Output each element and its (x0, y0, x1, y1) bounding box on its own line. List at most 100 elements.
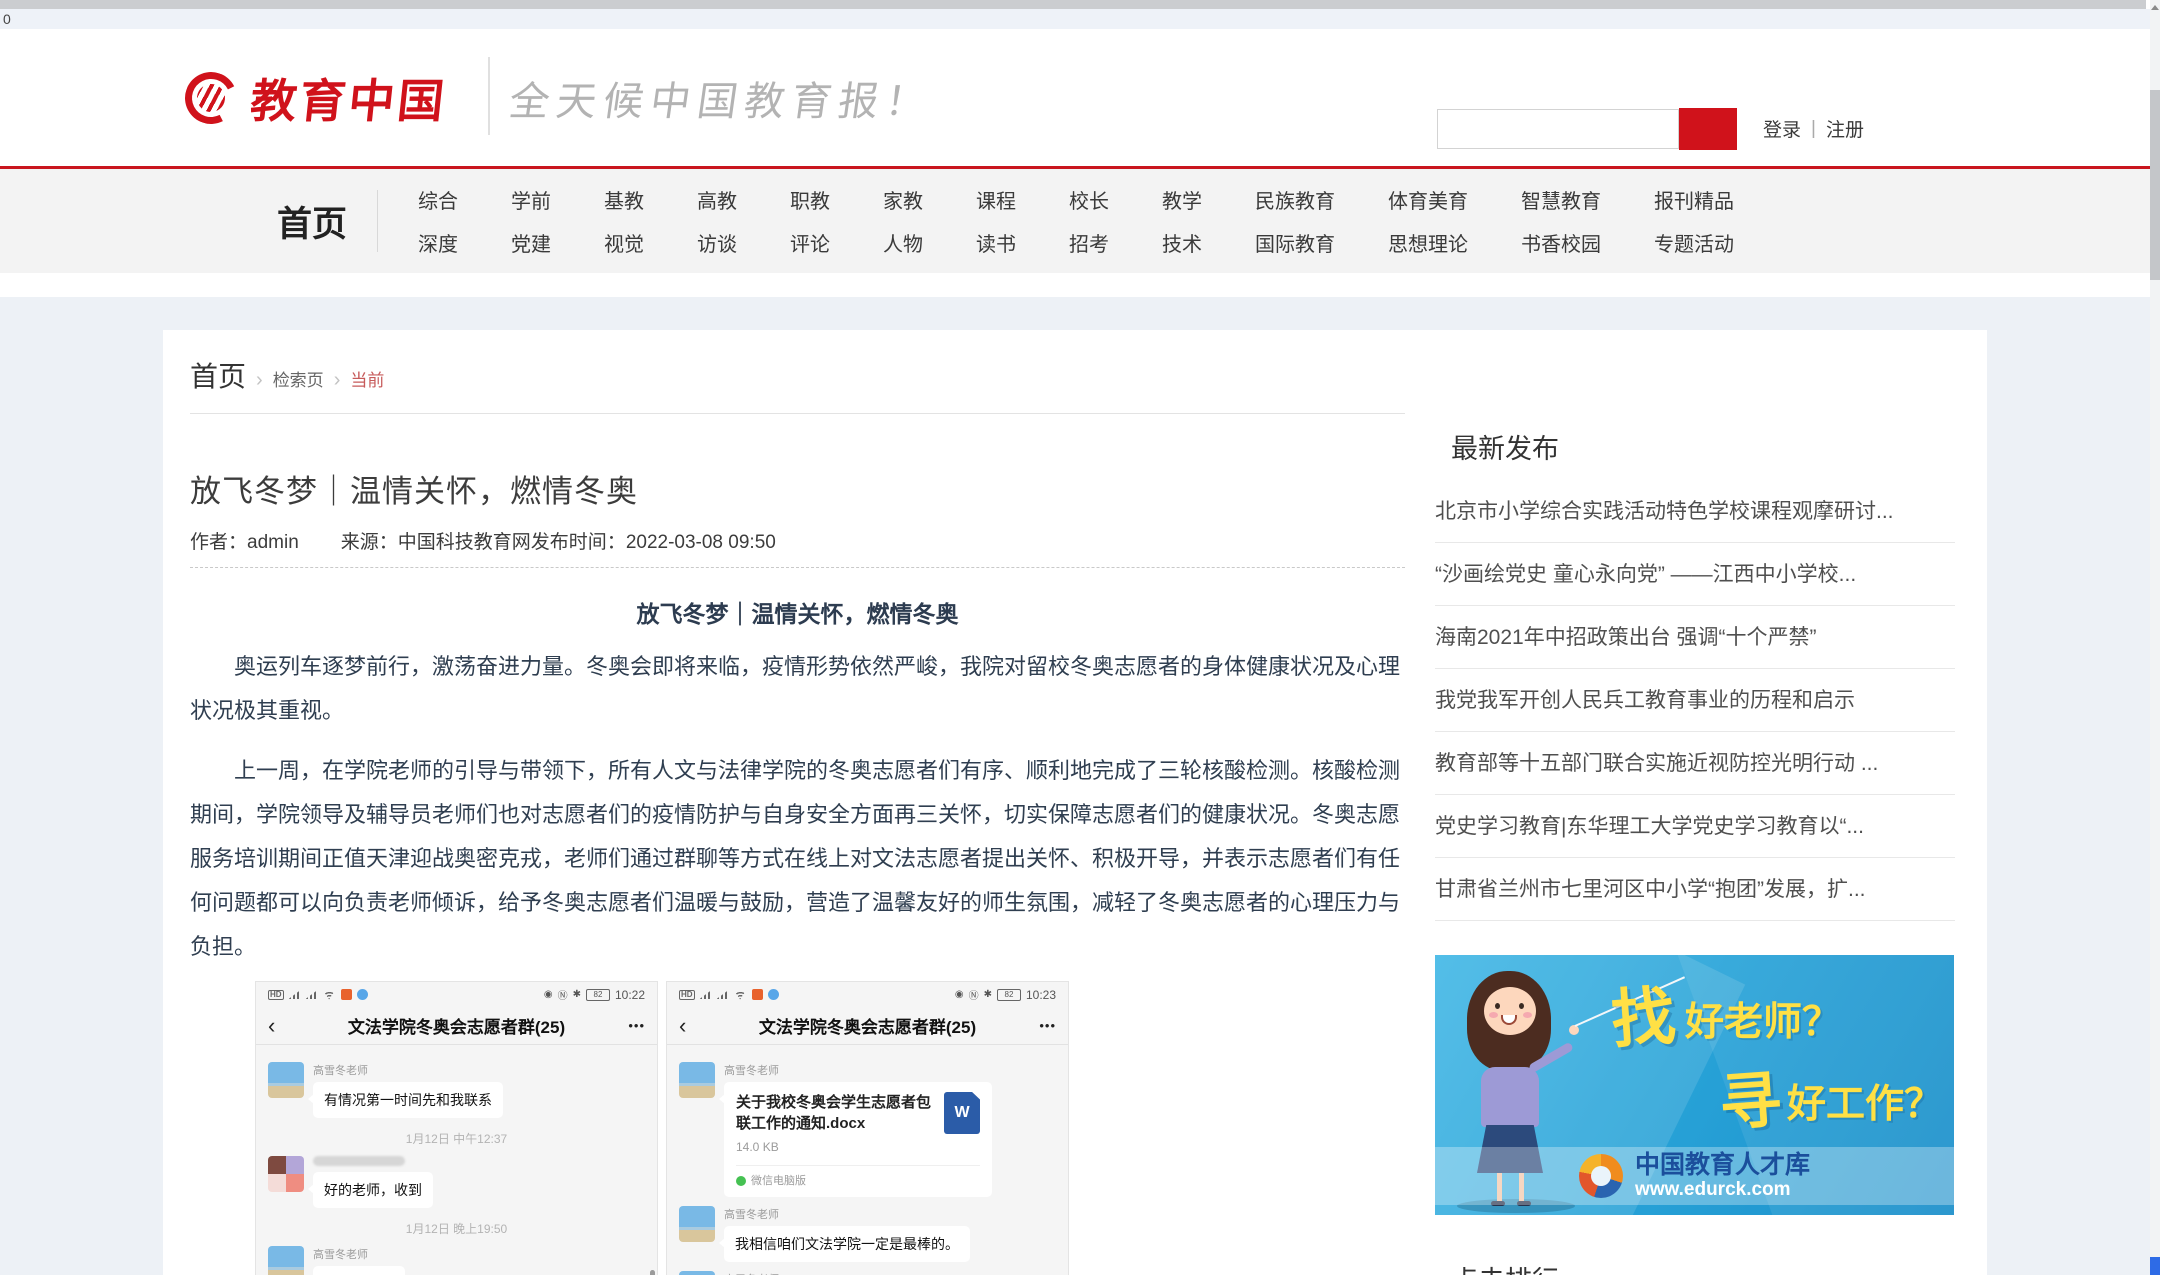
vertical-scrollbar-thumb[interactable] (2150, 90, 2160, 280)
nav-link[interactable]: 国际教育 (1255, 228, 1335, 257)
list-item[interactable]: 党史学习教育|东华理工大学党史学习教育以“... (1435, 795, 1955, 858)
nav-col-4: 高教访谈 (697, 185, 737, 257)
list-item[interactable]: 我党我军开创人民兵工教育事业的历程和启示 (1435, 669, 1955, 732)
source-label: 来源： (341, 532, 398, 553)
status-time: 10:23 (1026, 988, 1056, 1002)
list-item[interactable]: 甘肃省兰州市七里河区中小学“抱团”发展，扩... (1435, 858, 1955, 921)
app-badge-icon (341, 989, 352, 1000)
spacer (0, 273, 2150, 297)
breadcrumb-current: 当前 (350, 366, 384, 391)
nav-link[interactable]: 报刊精品 (1654, 185, 1734, 214)
avatar (679, 1271, 715, 1275)
article-column: 首页 › 检索页 › 当前 放飞冬梦｜温情关怀，燃情冬奥 作者：admin 来源… (190, 355, 1405, 1275)
nav-col-6: 家教人物 (883, 185, 923, 257)
nav-link[interactable]: 视觉 (604, 228, 644, 257)
list-item[interactable]: 海南2021年中招政策出台 强调“十个严禁” (1435, 606, 1955, 669)
search-input[interactable] (1437, 109, 1679, 149)
nav-home-link[interactable]: 首页 (277, 196, 347, 247)
nav-link[interactable]: 党建 (511, 228, 551, 257)
scrollbar-find-marker (2150, 1257, 2160, 1275)
author-label: 作者： (190, 532, 247, 553)
nav-link[interactable]: 书香校园 (1521, 228, 1601, 257)
nav-link[interactable]: 基教 (604, 185, 644, 214)
nav-link[interactable]: 体育美育 (1388, 185, 1468, 214)
header-divider (488, 57, 490, 135)
avatar (679, 1206, 715, 1242)
banner-text-seek: 寻 (1716, 1049, 1784, 1143)
article-author: 作者：admin (190, 527, 299, 554)
nav-link[interactable]: 读书 (976, 228, 1016, 257)
chat-timestamp: 1月12日 中午12:37 (268, 1130, 645, 1147)
list-item[interactable]: 教育部等十五部门联合实施近视防控光明行动 ... (1435, 732, 1955, 795)
nav-link[interactable]: 访谈 (697, 228, 737, 257)
hd-icon: HD (679, 990, 695, 1000)
nav-link[interactable]: 综合 (418, 185, 458, 214)
nav-col-2: 学前党建 (511, 185, 551, 257)
nav-link[interactable]: 评论 (790, 228, 830, 257)
chevron-right-icon: › (334, 369, 341, 392)
nav-link[interactable]: 校长 (1069, 185, 1109, 214)
chat-title-bar: ‹ 文法学院冬奥会志愿者群(25) ••• (256, 1007, 657, 1045)
nav-link[interactable]: 民族教育 (1255, 185, 1335, 214)
nav-link[interactable]: 技术 (1162, 228, 1202, 257)
nav-link[interactable]: 专题活动 (1654, 228, 1734, 257)
more-icon: ••• (605, 1018, 645, 1033)
meta-divider (190, 567, 1405, 568)
login-link[interactable]: 登录 (1763, 115, 1801, 142)
search-button[interactable] (1679, 108, 1737, 150)
nav-link[interactable]: 高教 (697, 185, 737, 214)
nav-groups: 综合深度 学前党建 基教视觉 高教访谈 职教评论 家教人物 课程读书 校长招考 … (418, 185, 1734, 257)
file-source-label: 微信电脑版 (751, 1171, 806, 1191)
list-item[interactable]: 北京市小学综合实践活动特色学校课程观摩研讨... (1435, 480, 1955, 543)
eye-icon: ◉ (544, 989, 553, 1000)
nav-link[interactable]: 思想理论 (1388, 228, 1468, 257)
site-logo[interactable]: 教育中国 (185, 65, 447, 131)
content-card: 首页 › 检索页 › 当前 放飞冬梦｜温情关怀，燃情冬奥 作者：admin 来源… (163, 330, 1987, 1275)
cartoon-hand (1569, 1025, 1579, 1035)
wechat-icon (736, 1176, 746, 1186)
nav-link[interactable]: 招考 (1069, 228, 1109, 257)
phone-status-bar: HD ◉ Ⓝ ✱ 82 (667, 982, 1068, 1007)
cartoon-eye (1519, 1003, 1524, 1009)
nav-link[interactable]: 教学 (1162, 185, 1202, 214)
click-ranking-title: 点击排行 (1435, 1259, 1955, 1275)
message-bubble: 有情况第一时间先和我联系 (313, 1082, 503, 1118)
banner-brand-band: 中国教育人才库 www.edurck.com (1435, 1147, 1954, 1205)
logo-text: 教育中国 (248, 65, 451, 131)
breadcrumb-home[interactable]: 首页 (190, 355, 246, 395)
banner-url: www.edurck.com (1635, 1179, 1810, 1201)
nav-col-11: 体育美育思想理论 (1388, 185, 1468, 257)
article-images: HD ◉ Ⓝ ✱ 82 (190, 981, 1405, 1275)
chat-messages: 高雪冬老师 关于我校冬奥会学生志愿者包联工作的通知.docx 14.0 KB W (667, 1045, 1068, 1275)
back-icon: ‹ (679, 1013, 719, 1039)
main-nav: 首页 综合深度 学前党建 基教视觉 高教访谈 职教评论 家教人物 课程读书 校长… (0, 169, 2150, 273)
battery-icon: 82 (997, 989, 1021, 1001)
banner-text-seek-rest: 好工作？ (1787, 1073, 1943, 1129)
nav-link[interactable]: 人物 (883, 228, 923, 257)
logo-icon (178, 65, 244, 131)
horizontal-scrollbar-thumb[interactable] (0, 0, 2146, 9)
register-link[interactable]: 注册 (1826, 115, 1864, 142)
nav-link[interactable]: 深度 (418, 228, 458, 257)
breadcrumb-search-page[interactable]: 检索页 (273, 366, 324, 391)
nav-link[interactable]: 智慧教育 (1521, 185, 1601, 214)
nav-link[interactable]: 课程 (976, 185, 1016, 214)
nav-link[interactable]: 职教 (790, 185, 830, 214)
file-source: 微信电脑版 (736, 1165, 980, 1191)
nav-link[interactable]: 家教 (883, 185, 923, 214)
chat-timestamp: 1月12日 晚上19:50 (268, 1220, 645, 1237)
stray-scroll-indicator: 0 (0, 9, 2150, 29)
banner-text-find: 找 (1608, 965, 1678, 1061)
sidebar: 最新发布 北京市小学综合实践活动特色学校课程观摩研讨... “沙画绘党史 童心永… (1435, 355, 1955, 1275)
avatar (268, 1246, 304, 1275)
ad-banner-teacher-jobs[interactable]: 找 好老师？ 寻 好工作？ 中国教育人才库 www.edurck.com (1435, 955, 1954, 1215)
nav-link[interactable]: 学前 (511, 185, 551, 214)
list-item[interactable]: “沙画绘党史 童心永向党” ——江西中小学校... (1435, 543, 1955, 606)
sender-name: 高雪冬老师 (313, 1246, 405, 1262)
back-icon: ‹ (268, 1013, 308, 1039)
scrollbar-up-button[interactable] (2150, 0, 2160, 15)
vertical-scrollbar[interactable] (2150, 0, 2160, 1275)
cartoon-blush (1489, 1012, 1498, 1018)
cartoon-face (1484, 987, 1536, 1035)
horizontal-scrollbar[interactable] (0, 0, 2146, 9)
